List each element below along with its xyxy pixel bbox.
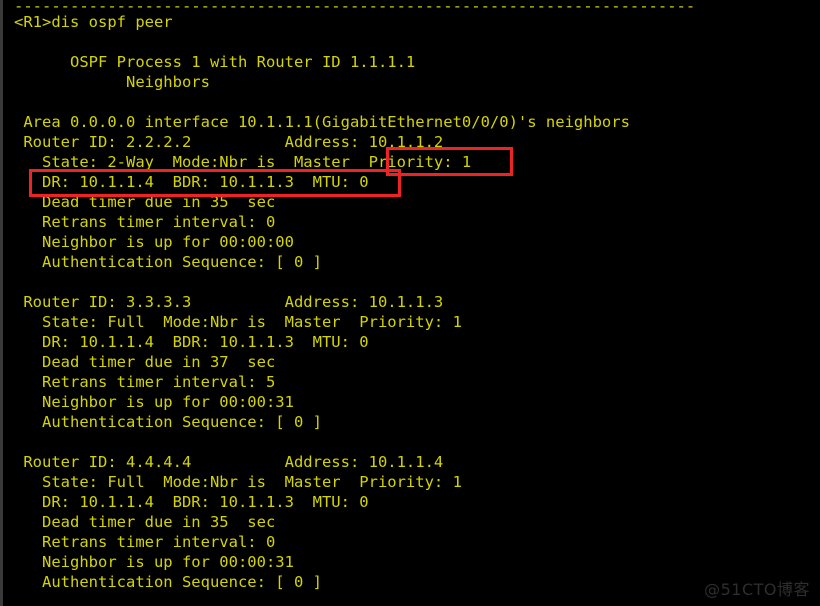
- neighbor-router-id-line: Router ID: 2.2.2.2 Address: 10.1.1.2: [14, 133, 444, 151]
- neighbor-dr-bdr-line: DR: 10.1.1.4 BDR: 10.1.1.3 MTU: 0: [14, 173, 369, 191]
- neighbor-dead-timer-line: Dead timer due in 37 sec: [14, 353, 276, 371]
- neighbor-dr-bdr-line: DR: 10.1.1.4 BDR: 10.1.1.3 MTU: 0: [14, 333, 369, 351]
- neighbor-auth-line: Authentication Sequence: [ 0 ]: [14, 253, 322, 271]
- command-prompt-line: <R1>dis ospf peer: [14, 13, 173, 31]
- neighbor-router-id-line: Router ID: 4.4.4.4 Address: 10.1.1.4: [14, 453, 444, 471]
- terminal-window: ----------------------------------------…: [0, 0, 820, 606]
- neighbor-dead-timer-line: Dead timer due in 35 sec: [14, 193, 276, 211]
- neighbor-uptime-line: Neighbor is up for 00:00:00: [14, 233, 294, 251]
- terminal-output[interactable]: ----------------------------------------…: [14, 0, 820, 606]
- ospf-process-header: OSPF Process 1 with Router ID 1.1.1.1: [14, 53, 416, 71]
- neighbor-state-line: State: 2-Way Mode:Nbr is Master Priority…: [14, 153, 472, 171]
- separator-rule: ----------------------------------------…: [14, 0, 696, 12]
- neighbor-uptime-line: Neighbor is up for 00:00:31: [14, 393, 294, 411]
- neighbor-retrans-line: Retrans timer interval: 0: [14, 213, 276, 231]
- neighbor-uptime-line: Neighbor is up for 00:00:31: [14, 553, 294, 571]
- neighbor-dead-timer-line: Dead timer due in 35 sec: [14, 513, 276, 531]
- neighbor-auth-line: Authentication Sequence: [ 0 ]: [14, 413, 322, 431]
- neighbor-state-line: State: Full Mode:Nbr is Master Priority:…: [14, 473, 462, 491]
- neighbors-header: Neighbors: [14, 73, 210, 91]
- neighbor-auth-line: Authentication Sequence: [ 0 ]: [14, 573, 322, 591]
- neighbor-retrans-line: Retrans timer interval: 5: [14, 373, 276, 391]
- neighbor-retrans-line: Retrans timer interval: 0: [14, 533, 276, 551]
- watermark-label: @51CTO博客: [704, 580, 810, 599]
- neighbor-router-id-line: Router ID: 3.3.3.3 Address: 10.1.1.3: [14, 293, 444, 311]
- neighbor-dr-bdr-line: DR: 10.1.1.4 BDR: 10.1.1.3 MTU: 0: [14, 493, 369, 511]
- neighbor-state-line: State: Full Mode:Nbr is Master Priority:…: [14, 313, 462, 331]
- area-interface-line: Area 0.0.0.0 interface 10.1.1.1(GigabitE…: [14, 113, 630, 131]
